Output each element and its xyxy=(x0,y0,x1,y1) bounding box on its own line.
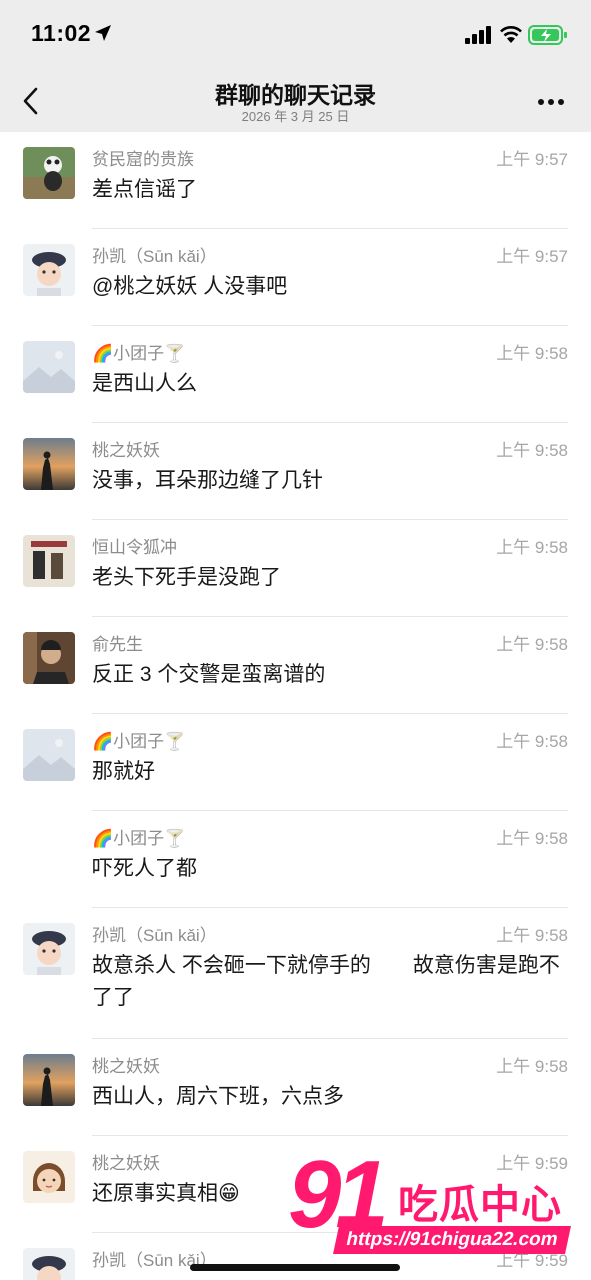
sender-name: 孙凯（Sūn kǎi） xyxy=(92,247,217,266)
message-item[interactable]: 恒山令狐冲 上午 9:58 老头下死手是没跑了 xyxy=(0,520,591,617)
message-item[interactable]: 孙凯（Sūn kǎi） 上午 9:58 故意杀人 不会砸一下就停手的 故意伤害是… xyxy=(0,908,591,1039)
avatar-sunset-icon[interactable] xyxy=(23,1054,75,1106)
message-item[interactable]: 桃之妖妖 上午 9:58 没事，耳朵那边缝了几针 xyxy=(0,423,591,520)
message-item[interactable]: 🌈小团子🍸 上午 9:58 吓死人了都 xyxy=(0,811,591,908)
message-text: 那就好 xyxy=(92,760,155,783)
sender-name: 孙凯（Sūn kǎi） xyxy=(92,926,217,945)
sender-name: 🌈小团子🍸 xyxy=(92,829,186,848)
more-options-icon[interactable] xyxy=(537,98,565,106)
message-text: 反正 3 个交警是蛮离谱的 xyxy=(92,663,326,686)
status-bar: 11:02 xyxy=(0,0,591,70)
avatar-placeholder-image-icon[interactable] xyxy=(23,341,75,393)
avatar-sunset-icon[interactable] xyxy=(23,438,75,490)
message-item[interactable]: 🌈小团子🍸 上午 9:58 那就好 xyxy=(0,714,591,811)
avatar-placeholder-image-icon[interactable] xyxy=(23,729,75,781)
watermark-logo: 91 吃瓜中心 https://91chigua22.com xyxy=(280,1140,580,1260)
page-date: 2026 年 3 月 25 日 xyxy=(241,109,350,124)
message-item[interactable]: 俞先生 上午 9:58 反正 3 个交警是蛮离谱的 xyxy=(0,617,591,714)
sender-name: 桃之妖妖 xyxy=(92,441,160,460)
wifi-icon xyxy=(500,26,522,43)
sender-name: 俞先生 xyxy=(92,635,143,654)
sender-name: 恒山令狐冲 xyxy=(92,538,177,557)
avatar-poster-icon[interactable] xyxy=(23,535,75,587)
message-item[interactable]: 🌈小团子🍸 上午 9:58 是西山人么 xyxy=(0,326,591,423)
message-time: 上午 9:58 xyxy=(496,441,568,460)
avatar-baby-icon[interactable] xyxy=(23,1248,75,1280)
message-text: @桃之妖妖 人没事吧 xyxy=(92,275,288,298)
message-time: 上午 9:58 xyxy=(496,732,568,751)
message-time: 上午 9:57 xyxy=(496,247,568,266)
chat-history-header: 群聊的聊天记录 2026 年 3 月 25 日 xyxy=(0,70,591,132)
page-title: 群聊的聊天记录 xyxy=(215,82,376,108)
message-text: 西山人，周六下班，六点多 xyxy=(92,1085,344,1108)
message-text: 差点信谣了 xyxy=(92,178,197,201)
message-item[interactable]: 桃之妖妖 上午 9:58 西山人，周六下班，六点多 xyxy=(0,1039,591,1136)
location-arrow-icon xyxy=(95,25,111,41)
message-time: 上午 9:58 xyxy=(496,926,568,945)
message-text: 是西山人么 xyxy=(92,372,197,395)
status-time: 11:02 xyxy=(31,20,92,46)
message-text: 没事，耳朵那边缝了几针 xyxy=(92,469,323,492)
message-text: 故意杀人 不会砸一下就停手的 故意伤害是跑不了了 xyxy=(92,954,560,1009)
message-item[interactable]: 孙凯（Sūn kǎi） 上午 9:57 @桃之妖妖 人没事吧 xyxy=(0,229,591,326)
sender-name: 桃之妖妖 xyxy=(92,1154,160,1173)
avatar-cartoon-girl-icon[interactable] xyxy=(23,1151,75,1203)
sender-name: 贫民窟的贵族 xyxy=(92,150,194,169)
home-indicator[interactable] xyxy=(190,1264,400,1271)
avatar-panda-icon[interactable] xyxy=(23,147,75,199)
sender-name: 🌈小团子🍸 xyxy=(92,732,186,751)
message-text: 吓死人了都 xyxy=(92,857,197,880)
sender-name: 🌈小团子🍸 xyxy=(92,344,186,363)
message-text: 老头下死手是没跑了 xyxy=(92,566,281,589)
avatar-baby-icon[interactable] xyxy=(23,244,75,296)
cellular-signal-icon xyxy=(465,26,491,44)
message-time: 上午 9:58 xyxy=(496,538,568,557)
sender-name: 桃之妖妖 xyxy=(92,1057,160,1076)
message-time: 上午 9:58 xyxy=(496,344,568,363)
watermark-name: 吃瓜中心 xyxy=(398,1183,562,1227)
message-time: 上午 9:58 xyxy=(496,829,568,848)
message-item[interactable]: 贫民窟的贵族 上午 9:57 差点信谣了 xyxy=(0,132,591,229)
watermark-url: https://91chigua22.com xyxy=(333,1226,571,1254)
message-time: 上午 9:58 xyxy=(496,1057,568,1076)
avatar-man-icon[interactable] xyxy=(23,632,75,684)
message-time: 上午 9:58 xyxy=(496,635,568,654)
battery-charging-icon xyxy=(528,25,567,45)
message-list: 贫民窟的贵族 上午 9:57 差点信谣了 孙凯（Sūn kǎi） 上午 9:57… xyxy=(0,132,591,1280)
message-time: 上午 9:57 xyxy=(496,150,568,169)
avatar-baby-icon[interactable] xyxy=(23,923,75,975)
